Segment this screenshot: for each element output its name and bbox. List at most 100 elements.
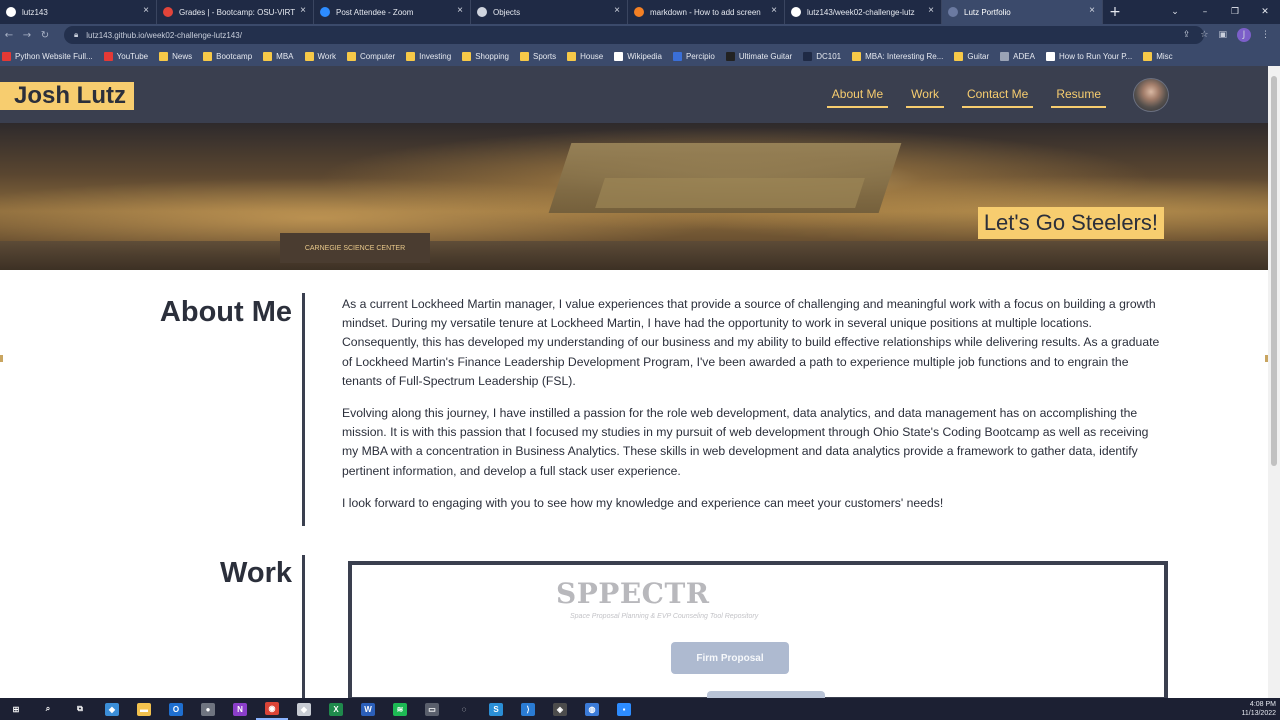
bookmark-icon xyxy=(725,51,735,61)
browser-tab[interactable]: Lutz Portfolio × xyxy=(942,0,1103,24)
bookmark-item[interactable]: Wikipedia xyxy=(614,51,662,61)
scrollbar-thumb[interactable] xyxy=(1271,76,1277,466)
taskbar-app-s-icon[interactable]: S xyxy=(480,698,512,720)
taskbar-clock[interactable]: 4:08 PM 11/13/2022 xyxy=(1241,700,1276,718)
about-divider xyxy=(302,293,305,526)
browser-tab[interactable]: markdown - How to add screen × xyxy=(628,0,785,24)
tab-close-icon[interactable]: × xyxy=(457,6,463,16)
bookmark-label: Bootcamp xyxy=(216,51,253,61)
about-body: As a current Lockheed Martin manager, I … xyxy=(342,295,1168,526)
restore-icon[interactable]: ❐ xyxy=(1220,0,1250,24)
app-window-icon: ▭ xyxy=(425,702,439,716)
browser-tab[interactable]: Objects × xyxy=(471,0,628,24)
taskbar-outlook-icon[interactable]: O xyxy=(160,698,192,720)
bookmark-item[interactable]: News xyxy=(159,51,192,61)
page-scrollbar[interactable] xyxy=(1268,66,1280,698)
close-window-icon[interactable]: ✕ xyxy=(1250,0,1280,24)
bookmark-icon xyxy=(1045,51,1055,61)
app-globe-icon: ◍ xyxy=(585,702,599,716)
bookmark-item[interactable]: MBA xyxy=(263,51,294,61)
tab-close-icon[interactable]: × xyxy=(300,6,306,16)
bookmark-star-icon[interactable]: ☆ xyxy=(1200,30,1208,40)
bookmark-item[interactable]: Python Website Full... xyxy=(2,51,93,61)
bookmark-item[interactable]: Guitar xyxy=(954,51,989,61)
side-panel-icon[interactable]: ▣ xyxy=(1218,30,1227,40)
browser-tab[interactable]: lutz143 × xyxy=(0,0,157,24)
tab-favicon-icon xyxy=(477,7,487,17)
bookmark-item[interactable]: DC101 xyxy=(803,51,842,61)
bookmark-label: DC101 xyxy=(816,51,842,61)
taskbar-file-explorer-icon[interactable]: ▬ xyxy=(128,698,160,720)
tab-close-icon[interactable]: × xyxy=(614,6,620,16)
bookmark-item[interactable]: ADEA xyxy=(1000,51,1035,61)
bookmark-item[interactable]: Misc xyxy=(1143,51,1173,61)
taskbar-search-icon[interactable]: ⌕ xyxy=(32,698,64,720)
bookmark-item[interactable]: Shopping xyxy=(462,51,509,61)
minimize-icon[interactable]: – xyxy=(1190,0,1220,24)
reload-icon[interactable]: ↻ xyxy=(36,30,54,41)
bookmark-item[interactable]: Sports xyxy=(520,51,556,61)
taskbar-chrome-icon[interactable]: ◉ xyxy=(256,698,288,720)
bookmark-item[interactable]: Work xyxy=(304,51,336,61)
more-menu-icon[interactable]: ⋮ xyxy=(1261,30,1270,40)
taskbar-excel-icon[interactable]: X xyxy=(320,698,352,720)
tab-search-icon[interactable]: ⌄ xyxy=(1160,0,1190,24)
url-input[interactable]: 🔒︎ lutz143.github.io/week02-challenge-lu… xyxy=(64,26,1204,44)
about-paragraph: Evolving along this journey, I have inst… xyxy=(342,406,1149,478)
bookmark-item[interactable]: House xyxy=(567,51,603,61)
file-explorer-icon: ▬ xyxy=(137,702,151,716)
vscode-icon: ⟩ xyxy=(521,702,535,716)
bookmark-item[interactable]: MBA: Interesting Re... xyxy=(852,51,943,61)
bookmark-item[interactable]: Bootcamp xyxy=(203,51,253,61)
bookmark-icon xyxy=(2,51,11,61)
profile-avatar[interactable]: J xyxy=(1237,28,1251,42)
nav-link-resume[interactable]: Resume xyxy=(1051,84,1106,108)
taskbar-onenote-icon[interactable]: N xyxy=(224,698,256,720)
bookmark-item[interactable]: How to Run Your P... xyxy=(1045,51,1132,61)
tab-close-icon[interactable]: × xyxy=(143,6,149,16)
nav-link-work[interactable]: Work xyxy=(906,84,944,108)
taskbar-task-view-icon[interactable]: ⧉ xyxy=(64,698,96,720)
taskbar-word-icon[interactable]: W xyxy=(352,698,384,720)
bookmark-item[interactable]: Investing xyxy=(406,51,451,61)
taskbar-zoom-icon[interactable]: ▪ xyxy=(608,698,640,720)
tab-title: lutz143 xyxy=(22,7,48,17)
browser-tab[interactable]: Grades | - Bootcamp: OSU-VIRT × xyxy=(157,0,314,24)
forward-icon[interactable]: → xyxy=(18,30,36,41)
nav-link-about-me[interactable]: About Me xyxy=(826,84,889,108)
taskbar-app-orange-icon[interactable]: ◌ xyxy=(448,698,480,720)
taskbar-git-icon[interactable]: ◈ xyxy=(544,698,576,720)
bookmark-item[interactable]: Computer xyxy=(347,51,395,61)
bookmark-item[interactable]: YouTube xyxy=(103,51,148,61)
browser-tab[interactable]: Post Attendee - Zoom × xyxy=(314,0,471,24)
task-view-icon: ⧉ xyxy=(73,702,87,716)
taskbar-app-globe-icon[interactable]: ◍ xyxy=(576,698,608,720)
bookmark-label: Shopping xyxy=(475,51,509,61)
tab-close-icon[interactable]: × xyxy=(1089,6,1095,16)
taskbar-vscode-icon[interactable]: ⟩ xyxy=(512,698,544,720)
tab-close-icon[interactable]: × xyxy=(771,6,777,16)
work-project-card[interactable]: SPPECTR Space Proposal Planning & EVP Co… xyxy=(348,561,1168,698)
tab-close-icon[interactable]: × xyxy=(928,6,934,16)
bookmark-icon xyxy=(614,51,624,61)
taskbar-app-dark-icon[interactable]: ● xyxy=(192,698,224,720)
project-secondary-button[interactable] xyxy=(707,691,825,698)
tab-title: Post Attendee - Zoom xyxy=(336,7,414,17)
share-icon[interactable]: ⇪ xyxy=(1183,30,1191,40)
bookmark-icon xyxy=(304,51,314,61)
taskbar-start-icon[interactable]: ⊞ xyxy=(0,698,32,720)
browser-tab[interactable]: lutz143/week02-challenge-lutz × xyxy=(785,0,942,24)
site-brand[interactable]: Josh Lutz xyxy=(0,82,134,110)
app-blue-icon: ◆ xyxy=(105,702,119,716)
taskbar-app-window-icon[interactable]: ▭ xyxy=(416,698,448,720)
taskbar-app-blue-icon[interactable]: ◆ xyxy=(96,698,128,720)
firm-proposal-button[interactable]: Firm Proposal xyxy=(671,642,789,674)
back-icon[interactable]: ← xyxy=(0,30,18,41)
nav-link-contact-me[interactable]: Contact Me xyxy=(961,84,1034,108)
bookmark-item[interactable]: Percipio xyxy=(672,51,715,61)
taskbar-spotify-icon[interactable]: ≋ xyxy=(384,698,416,720)
taskbar-app-gray-icon[interactable]: ◆ xyxy=(288,698,320,720)
new-tab-button[interactable]: + xyxy=(1103,0,1127,24)
tab-title: Grades | - Bootcamp: OSU-VIRT xyxy=(179,7,296,17)
bookmark-item[interactable]: Ultimate Guitar xyxy=(725,51,792,61)
